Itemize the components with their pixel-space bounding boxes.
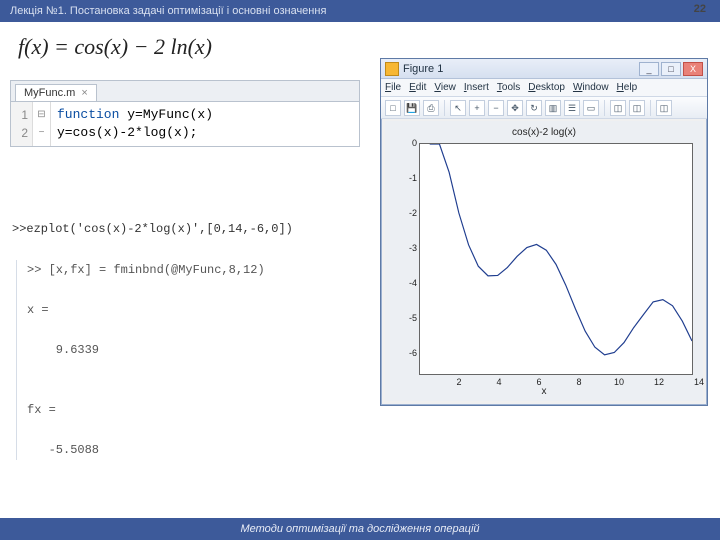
editor-tabstrip: MyFunc.m ×: [10, 80, 360, 102]
slide-title: Лекція №1. Постановка задачі оптимізації…: [10, 5, 326, 17]
figure-window: Figure 1 _ □ X FFileile Edit View Insert…: [380, 58, 708, 406]
ytick: -5: [409, 313, 417, 323]
fold-column: ⊟ −: [33, 102, 51, 146]
tool-brush-icon[interactable]: ☰: [564, 100, 580, 116]
tool-pan-icon[interactable]: ✥: [507, 100, 523, 116]
close-button[interactable]: X: [683, 62, 703, 76]
figure-icon: [385, 62, 399, 76]
editor-tab[interactable]: MyFunc.m ×: [15, 84, 97, 101]
menu-file[interactable]: FFileile: [385, 82, 401, 93]
editor-tab-label: MyFunc.m: [24, 87, 75, 99]
tool-new-icon[interactable]: □: [385, 100, 401, 116]
menu-view[interactable]: View: [434, 82, 456, 93]
code-text[interactable]: function y=MyFunc(x) y=cos(x)-2*log(x);: [51, 102, 359, 146]
menu-desktop[interactable]: Desktop: [528, 82, 565, 93]
xtick: 14: [694, 377, 704, 387]
ytick: -4: [409, 278, 417, 288]
tool-rotate-icon[interactable]: ↻: [526, 100, 542, 116]
figure-menubar: FFileile Edit View Insert Tools Desktop …: [381, 79, 707, 97]
line-number: 2: [15, 124, 28, 142]
tool-hide-icon[interactable]: ◫: [656, 100, 672, 116]
xtick: 4: [496, 377, 501, 387]
xtick: 12: [654, 377, 664, 387]
tool-zoomin-icon[interactable]: +: [469, 100, 485, 116]
tool-pointer-icon[interactable]: ↖: [450, 100, 466, 116]
maximize-button[interactable]: □: [661, 62, 681, 76]
formula: f(x) = cos(x) − 2 ln(x): [18, 34, 212, 60]
tool-save-icon[interactable]: 💾: [404, 100, 420, 116]
close-icon[interactable]: ×: [81, 87, 87, 99]
menu-window[interactable]: Window: [573, 82, 609, 93]
ytick: -6: [409, 348, 417, 358]
page-number: 22: [694, 3, 706, 15]
plot-curve: [420, 144, 692, 374]
figure-titlebar[interactable]: Figure 1 _ □ X: [381, 59, 707, 79]
xtick: 2: [456, 377, 461, 387]
menu-tools[interactable]: Tools: [497, 82, 520, 93]
ytick: 0: [412, 138, 417, 148]
fold-icon[interactable]: ⊟: [35, 106, 48, 124]
line-number: 1: [15, 106, 28, 124]
plot-xlabel: x: [385, 386, 703, 397]
keyword: function: [57, 107, 119, 122]
slide-header: Лекція №1. Постановка задачі оптимізації…: [0, 0, 720, 22]
command-output: >> [x,fx] = fminbnd(@MyFunc,8,12) x = 9.…: [16, 260, 316, 460]
ytick: -3: [409, 243, 417, 253]
tool-legend-icon[interactable]: ◫: [629, 100, 645, 116]
fold-icon[interactable]: −: [35, 124, 48, 142]
figure-toolbar: □ 💾 ⎙ ↖ + − ✥ ↻ ▥ ☰ ▭ ◫ ◫ ◫: [381, 97, 707, 119]
tool-print-icon[interactable]: ⎙: [423, 100, 439, 116]
code-fragment: y=cos(x)-2*log(x);: [57, 125, 197, 140]
editor-body: 1 2 ⊟ − function y=MyFunc(x) y=cos(x)-2*…: [10, 102, 360, 147]
plot-area: cos(x)-2 log(x) x 0 -1 -2 -3 -4 -5 -6 2 …: [385, 121, 703, 401]
figure-title: Figure 1: [403, 63, 443, 75]
xtick: 10: [614, 377, 624, 387]
menu-insert[interactable]: Insert: [464, 82, 489, 93]
menu-help[interactable]: Help: [617, 82, 638, 93]
tool-datacursor-icon[interactable]: ▥: [545, 100, 561, 116]
tool-colorbar-icon[interactable]: ◫: [610, 100, 626, 116]
xtick: 8: [576, 377, 581, 387]
plot-axes: [419, 143, 693, 375]
slide-footer: Методи оптимізації та дослідження операц…: [0, 518, 720, 540]
minimize-button[interactable]: _: [639, 62, 659, 76]
tool-zoomout-icon[interactable]: −: [488, 100, 504, 116]
tool-link-icon[interactable]: ▭: [583, 100, 599, 116]
plot-title: cos(x)-2 log(x): [385, 127, 703, 138]
xtick: 6: [536, 377, 541, 387]
ytick: -2: [409, 208, 417, 218]
footer-text: Методи оптимізації та дослідження операц…: [240, 523, 479, 535]
ezplot-command: >>ezplot('cos(x)-2*log(x)',[0,14,-6,0]): [12, 222, 293, 236]
ytick: -1: [409, 173, 417, 183]
line-gutter: 1 2: [11, 102, 33, 146]
code-fragment: y=MyFunc(x): [119, 107, 213, 122]
menu-edit[interactable]: Edit: [409, 82, 426, 93]
matlab-editor: MyFunc.m × 1 2 ⊟ − function y=MyFunc(x) …: [10, 80, 360, 147]
